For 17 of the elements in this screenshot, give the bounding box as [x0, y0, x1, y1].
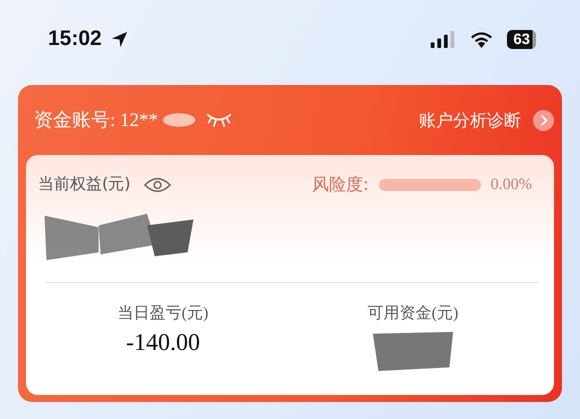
closed-eye-icon[interactable] — [206, 112, 232, 128]
status-time: 15:02 — [48, 27, 102, 51]
equity-label: 当前权益(元) — [38, 174, 130, 195]
location-arrow-icon — [110, 30, 129, 48]
stat-label: 当日盈亏(元) — [118, 304, 208, 324]
stat-value: -140.00 — [126, 330, 200, 357]
account-number: 资金账号: 12** — [34, 109, 158, 133]
signal-icon — [430, 30, 456, 48]
chevron-right-icon[interactable] — [533, 110, 554, 130]
wifi-icon — [470, 30, 494, 48]
risk-label: 风险度: — [312, 174, 369, 196]
battery-indicator: 63 — [507, 30, 536, 48]
risk-reading: 0.00% — [490, 176, 532, 194]
redaction-blur — [162, 111, 196, 129]
stat-label: 可用资金(元) — [368, 304, 458, 324]
diagnosis-link[interactable]: 账户分析诊断 — [419, 108, 521, 132]
eye-icon[interactable] — [144, 176, 172, 194]
